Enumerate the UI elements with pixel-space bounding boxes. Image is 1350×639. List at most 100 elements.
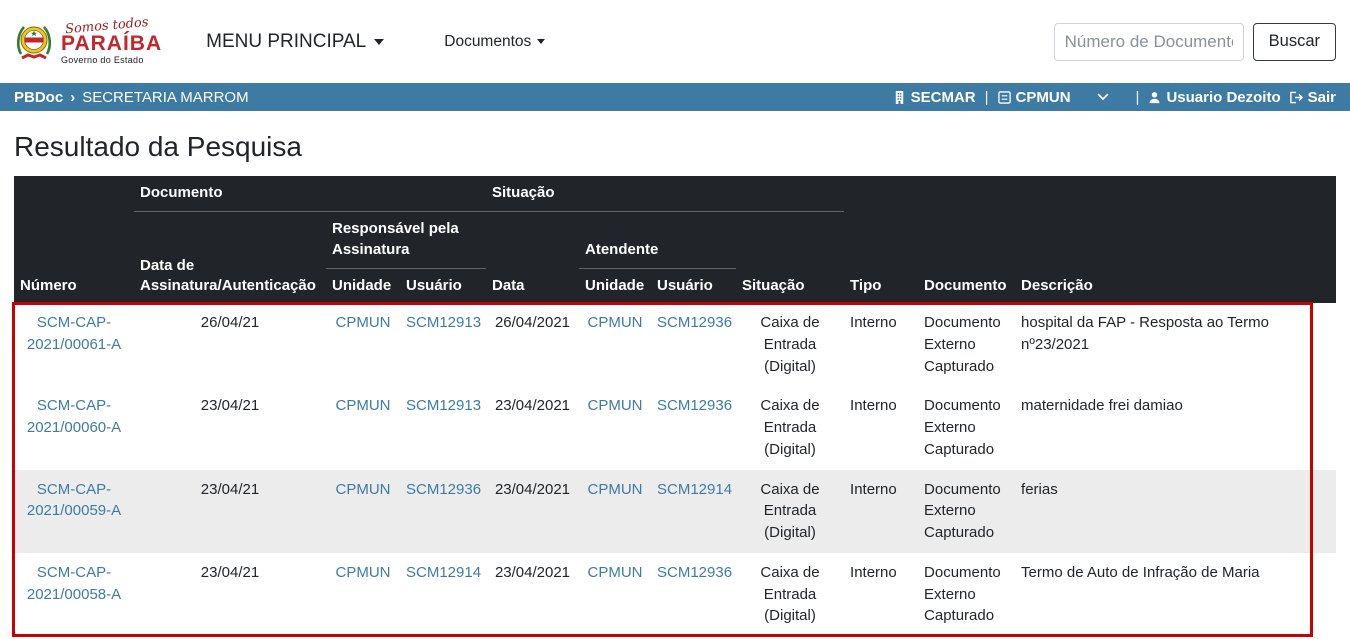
paraiba-crest-logo: [14, 19, 54, 65]
nav-bar: PBDoc › SECRETARIA MARROM SECMAR | CPMUN…: [0, 83, 1350, 111]
attendant-user-link[interactable]: SCM12936: [657, 397, 732, 414]
responsible-unit-link[interactable]: CPMUN: [336, 314, 391, 331]
nav-pipe: |: [985, 89, 989, 106]
unit-icon: [998, 91, 1011, 104]
attendant-unit-link[interactable]: CPMUN: [588, 397, 643, 414]
col-header-atend-usuario: Usuário: [651, 268, 736, 303]
table-row: SCM-CAP-2021/00061-A 26/04/21 CPMUN SCM1…: [14, 303, 1336, 386]
table-row: SCM-CAP-2021/00060-A 23/04/21 CPMUN SCM1…: [14, 386, 1336, 469]
responsible-unit-link[interactable]: CPMUN: [336, 564, 391, 581]
group-header-responsavel: Responsável pela Assinatura: [326, 212, 486, 269]
atend-usuario-cell: SCM12936: [651, 303, 736, 386]
nav-pipe: |: [1136, 89, 1140, 106]
attendant-user-link[interactable]: SCM12936: [657, 564, 732, 581]
document-number-link[interactable]: SCM-CAP-2021/00061-A: [27, 314, 121, 353]
tipo-cell: Interno: [844, 386, 918, 469]
descricao-cell: hospital da FAP - Resposta ao Termo nº23…: [1015, 303, 1336, 386]
resp-unidade-cell: CPMUN: [326, 553, 400, 636]
numero-cell: SCM-CAP-2021/00058-A: [14, 553, 134, 636]
data-cell: 23/04/2021: [486, 386, 579, 469]
col-header-atend-unidade: Unidade: [579, 268, 651, 303]
descricao-cell: ferias: [1015, 470, 1336, 553]
situacao-cell: Caixa de Entrada (Digital): [736, 553, 844, 636]
results-table: Documento Situação Número Data de Assina…: [14, 176, 1336, 636]
atend-unidade-cell: CPMUN: [579, 386, 651, 469]
group-header-documento: Documento: [134, 176, 486, 212]
breadcrumb: PBDoc › SECRETARIA MARROM: [14, 89, 249, 106]
logout-link[interactable]: Sair: [1289, 89, 1336, 106]
unit-link[interactable]: CPMUN: [998, 89, 1071, 106]
logo-text: Somos todos PARAÍBA Governo do Estado: [61, 19, 162, 65]
data-assinatura-cell: 23/04/21: [134, 470, 326, 553]
situacao-cell: Caixa de Entrada (Digital): [736, 386, 844, 469]
col-header-documento: Documento: [918, 212, 1015, 303]
document-number-input[interactable]: [1054, 23, 1244, 61]
documentos-dropdown[interactable]: Documentos: [444, 33, 545, 51]
col-header-data: Data: [486, 212, 579, 303]
resp-usuario-cell: SCM12913: [400, 386, 486, 469]
data-cell: 26/04/2021: [486, 303, 579, 386]
situacao-cell: Caixa de Entrada (Digital): [736, 470, 844, 553]
responsible-user-link[interactable]: SCM12913: [406, 397, 481, 414]
unit-switch-chevron[interactable]: [1097, 93, 1109, 101]
numero-cell: SCM-CAP-2021/00061-A: [14, 303, 134, 386]
document-number-link[interactable]: SCM-CAP-2021/00058-A: [27, 564, 121, 603]
data-assinatura-cell: 26/04/21: [134, 303, 326, 386]
document-search: Buscar: [1054, 23, 1336, 61]
descricao-cell: Termo de Auto de Infração de Maria: [1015, 553, 1336, 636]
atend-unidade-cell: CPMUN: [579, 553, 651, 636]
user-label: Usuario Dezoito: [1166, 89, 1280, 106]
org-link[interactable]: SECMAR: [893, 89, 976, 106]
tipo-cell: Interno: [844, 303, 918, 386]
resp-unidade-cell: CPMUN: [326, 386, 400, 469]
attendant-unit-link[interactable]: CPMUN: [588, 481, 643, 498]
attendant-user-link[interactable]: SCM12936: [657, 314, 732, 331]
resp-unidade-cell: CPMUN: [326, 470, 400, 553]
breadcrumb-separator: ›: [70, 89, 75, 106]
menu-principal-dropdown[interactable]: MENU PRINCIPAL: [206, 31, 384, 53]
menu-principal-label: MENU PRINCIPAL: [206, 31, 366, 53]
logout-label: Sair: [1308, 89, 1336, 106]
responsible-unit-link[interactable]: CPMUN: [336, 397, 391, 414]
results-body: SCM-CAP-2021/00061-A 26/04/21 CPMUN SCM1…: [14, 303, 1336, 636]
atend-usuario-cell: SCM12936: [651, 386, 736, 469]
responsible-user-link[interactable]: SCM12936: [406, 481, 481, 498]
tipo-cell: Interno: [844, 470, 918, 553]
col-header-resp-unidade: Unidade: [326, 268, 400, 303]
atend-usuario-cell: SCM12914: [651, 470, 736, 553]
data-cell: 23/04/2021: [486, 470, 579, 553]
data-cell: 23/04/2021: [486, 553, 579, 636]
numero-cell: SCM-CAP-2021/00060-A: [14, 386, 134, 469]
nav-session-info: SECMAR | CPMUN | Usuario Dezoito Sair: [893, 89, 1336, 106]
atend-unidade-cell: CPMUN: [579, 303, 651, 386]
attendant-user-link[interactable]: SCM12914: [657, 481, 732, 498]
documento-cell: Documento Externo Capturado: [918, 386, 1015, 469]
breadcrumb-context: SECRETARIA MARROM: [82, 89, 248, 106]
documento-cell: Documento Externo Capturado: [918, 470, 1015, 553]
unit-label: CPMUN: [1016, 89, 1071, 106]
document-number-link[interactable]: SCM-CAP-2021/00059-A: [27, 481, 121, 520]
col-header-descricao: Descrição: [1015, 212, 1336, 303]
chevron-down-icon: [1097, 93, 1109, 101]
responsible-unit-link[interactable]: CPMUN: [336, 481, 391, 498]
pbdoc-home-link[interactable]: PBDoc: [14, 89, 63, 106]
sign-out-icon: [1289, 91, 1303, 104]
caret-down-icon: [374, 39, 384, 45]
attendant-unit-link[interactable]: CPMUN: [588, 564, 643, 581]
org-label: SECMAR: [911, 89, 976, 106]
attendant-unit-link[interactable]: CPMUN: [588, 314, 643, 331]
resp-usuario-cell: SCM12936: [400, 470, 486, 553]
paraiba-logo[interactable]: Somos todos PARAÍBA Governo do Estado: [14, 19, 162, 65]
results-header: Documento Situação Número Data de Assina…: [14, 176, 1336, 303]
responsible-user-link[interactable]: SCM12914: [406, 564, 481, 581]
document-number-link[interactable]: SCM-CAP-2021/00060-A: [27, 397, 121, 436]
col-header-resp-usuario: Usuário: [400, 268, 486, 303]
results-table-wrap: Documento Situação Número Data de Assina…: [14, 176, 1336, 636]
user-link[interactable]: Usuario Dezoito: [1148, 89, 1280, 106]
page-title: Resultado da Pesquisa: [14, 131, 1336, 163]
main-content: Resultado da Pesquisa Documento Situação…: [0, 131, 1350, 636]
responsible-user-link[interactable]: SCM12913: [406, 314, 481, 331]
user-icon: [1148, 91, 1161, 104]
descricao-cell: maternidade frei damiao: [1015, 386, 1336, 469]
search-button[interactable]: Buscar: [1253, 23, 1336, 61]
